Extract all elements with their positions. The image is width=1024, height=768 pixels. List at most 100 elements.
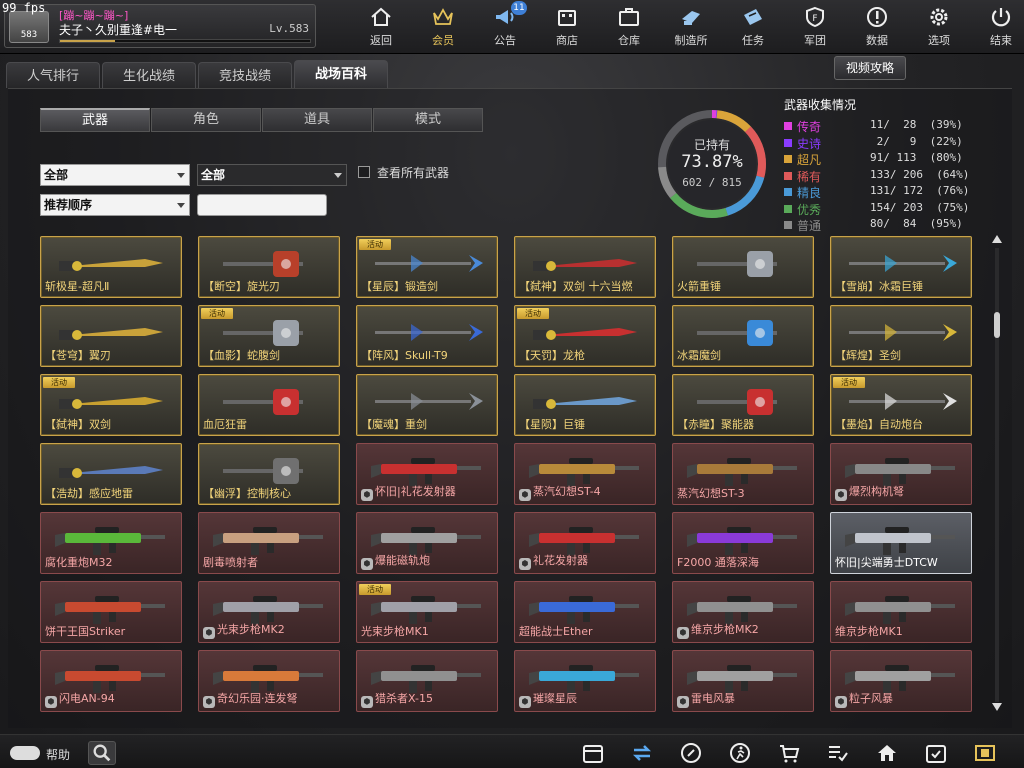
weapon-card[interactable]: 【幽浮】控制核心 xyxy=(198,443,340,505)
weapon-card[interactable]: 活动 光束步枪MK1 xyxy=(356,581,498,643)
compass-icon xyxy=(681,743,701,763)
weapon-card[interactable]: ⬢ 雷电风暴 xyxy=(672,650,814,712)
nav-item-info[interactable]: 数据 xyxy=(846,0,908,54)
weapon-body xyxy=(539,602,615,612)
nav-item-megaphone[interactable]: 11 公告 xyxy=(474,0,536,54)
weapon-card[interactable]: 剧毒喷射者 xyxy=(198,512,340,574)
calendar-button[interactable] xyxy=(576,739,613,767)
main-tab-3[interactable]: 战场百科 xyxy=(294,60,388,88)
keyboard-icon[interactable] xyxy=(10,746,40,760)
weapon-name: ⬢ 光束步枪MK2 xyxy=(203,621,285,639)
scroll-down-arrow-icon[interactable] xyxy=(991,702,1003,712)
help-label[interactable]: 帮助 xyxy=(46,746,70,763)
nav-item-shield[interactable]: F 军团 xyxy=(784,0,846,54)
avatar[interactable]: 583 xyxy=(9,11,49,43)
weapon-magazine xyxy=(583,681,590,691)
weapon-card[interactable]: 活动 【天罚】龙枪 xyxy=(514,305,656,367)
nav-item-shop[interactable]: 商店 xyxy=(536,0,598,54)
weapon-card[interactable]: 【辉煌】圣剑 xyxy=(830,305,972,367)
weapon-card[interactable]: 血厄狂雷 xyxy=(198,374,340,436)
scrollbar-thumb[interactable] xyxy=(994,312,1000,338)
weapon-card[interactable]: 火箭重锤 xyxy=(672,236,814,298)
weapon-card[interactable]: 【断空】旋光刃 xyxy=(198,236,340,298)
refresh-button[interactable] xyxy=(625,739,662,767)
weapon-card[interactable]: 腐化重炮M32 xyxy=(40,512,182,574)
weapon-stock xyxy=(213,533,223,547)
filter-category-select[interactable]: 全部 xyxy=(40,164,190,186)
scroll-up-arrow-icon[interactable] xyxy=(991,234,1003,244)
main-tab-2[interactable]: 竞技战绩 xyxy=(198,62,292,88)
weapon-card[interactable]: ⬢ 粒子风暴 xyxy=(830,650,972,712)
rarity-row: 稀有 133/ 206 (64%) xyxy=(784,168,974,185)
weapon-card[interactable]: 斩极星-超凡Ⅱ xyxy=(40,236,182,298)
compass-button[interactable] xyxy=(674,739,711,767)
weapon-card[interactable]: 活动 【弑神】双剑 xyxy=(40,374,182,436)
sub-tab-1[interactable]: 角色 xyxy=(151,108,261,132)
weapon-card[interactable]: 【赤瞳】聚能器 xyxy=(672,374,814,436)
weapon-card[interactable]: 【魔魂】重剑 xyxy=(356,374,498,436)
weapon-card[interactable]: ⬢ 蒸汽幻想ST-4 xyxy=(514,443,656,505)
weapon-card[interactable]: 【苍穹】翼刃 xyxy=(40,305,182,367)
nav-item-ticket[interactable]: 任务 xyxy=(722,0,784,54)
runner-button[interactable] xyxy=(723,739,760,767)
film-button[interactable] xyxy=(968,739,1005,767)
player-card[interactable]: 583 [蹦~蹦~蹦~] 夫子丶久别重逢#电一 Lv.583 xyxy=(4,4,316,48)
main-tab-0[interactable]: 人气排行 xyxy=(6,62,100,88)
weapon-search-input[interactable] xyxy=(197,194,327,216)
weapon-card[interactable]: 【阵风】Skull-T9 xyxy=(356,305,498,367)
main-tab-1[interactable]: 生化战绩 xyxy=(102,62,196,88)
weapon-card[interactable]: 饼干王国Striker xyxy=(40,581,182,643)
nav-item-briefcase[interactable]: 仓库 xyxy=(598,0,660,54)
main-nav: 返回 会员 11 公告 商店 仓库 制造所 任务 F 军团 数据 选项 结束 xyxy=(350,0,1024,54)
weapon-card[interactable]: 冰霜魔剑 xyxy=(672,305,814,367)
nav-item-gear[interactable]: 选项 xyxy=(908,0,970,54)
search-button[interactable] xyxy=(88,741,116,765)
house-button[interactable] xyxy=(870,739,907,767)
weapon-card[interactable]: 活动 【墨焰】自动炮台 xyxy=(830,374,972,436)
weapon-name-text: 光束步枪MK1 xyxy=(361,625,429,638)
weapon-card[interactable]: ⬢ 爆烈构机弩 xyxy=(830,443,972,505)
sort-order-select[interactable]: 推荐顺序 xyxy=(40,194,190,216)
weapon-card[interactable]: 【浩劫】感应地雷 xyxy=(40,443,182,505)
weapon-card[interactable]: 蒸汽幻想ST-3 xyxy=(672,443,814,505)
cart-button[interactable] xyxy=(772,739,809,767)
sub-tab-3[interactable]: 模式 xyxy=(373,108,483,132)
filter-subcategory-select[interactable]: 全部 xyxy=(197,164,347,186)
weapon-card[interactable]: 【雪崩】冰霜巨锤 xyxy=(830,236,972,298)
check-calendar-button[interactable] xyxy=(919,739,956,767)
nav-item-forge[interactable]: 制造所 xyxy=(660,0,722,54)
nav-item-home[interactable]: 返回 xyxy=(350,0,412,54)
weapon-card[interactable]: 【星陨】巨锤 xyxy=(514,374,656,436)
checklist-button[interactable] xyxy=(821,739,858,767)
cart-icon xyxy=(780,745,800,763)
weapon-card[interactable]: ⬢ 璀璨星辰 xyxy=(514,650,656,712)
sub-tab-0[interactable]: 武器 xyxy=(40,108,150,132)
weapon-card[interactable]: ⬢ 怀旧|礼花发射器 xyxy=(356,443,498,505)
weapon-tip xyxy=(469,393,483,410)
weapon-card[interactable]: ⬢ 维京步枪MK2 xyxy=(672,581,814,643)
weapon-card[interactable]: 【弑神】双剑 十六当燃 xyxy=(514,236,656,298)
nav-item-power[interactable]: 结束 xyxy=(970,0,1024,54)
show-all-weapons-checkbox[interactable] xyxy=(358,166,370,178)
weapon-gem xyxy=(281,466,291,476)
weapon-card[interactable]: 活动 【星辰】锻造剑 xyxy=(356,236,498,298)
video-guide-button[interactable]: 视频攻略 xyxy=(834,56,906,80)
weapon-card[interactable]: 怀旧|尖端勇士DTCW xyxy=(830,512,972,574)
nav-item-crown[interactable]: 会员 xyxy=(412,0,474,54)
weapon-card[interactable]: 活动 【血影】蛇腹剑 xyxy=(198,305,340,367)
weapon-card[interactable]: 超能战士Ether xyxy=(514,581,656,643)
weapon-card[interactable]: 维京步枪MK1 xyxy=(830,581,972,643)
weapon-card[interactable]: F2000 通落深海 xyxy=(672,512,814,574)
weapon-card[interactable]: ⬢ 爆能磁轨炮 xyxy=(356,512,498,574)
weapon-card[interactable]: ⬢ 闪电AN-94 xyxy=(40,650,182,712)
weapon-card[interactable]: ⬢ 光束步枪MK2 xyxy=(198,581,340,643)
weapon-card[interactable]: ⬢ 奇幻乐园·连发弩 xyxy=(198,650,340,712)
sub-tab-2[interactable]: 道具 xyxy=(262,108,372,132)
weapon-magazine xyxy=(425,612,432,622)
weapon-card[interactable]: ⬢ 礼花发射器 xyxy=(514,512,656,574)
hexagon-badge-icon: ⬢ xyxy=(519,489,531,501)
show-all-weapons-label[interactable]: 查看所有武器 xyxy=(377,164,449,181)
weapon-body xyxy=(65,533,141,543)
weapon-card[interactable]: ⬢ 猎杀者X-15 xyxy=(356,650,498,712)
weapon-barrel xyxy=(615,466,639,470)
